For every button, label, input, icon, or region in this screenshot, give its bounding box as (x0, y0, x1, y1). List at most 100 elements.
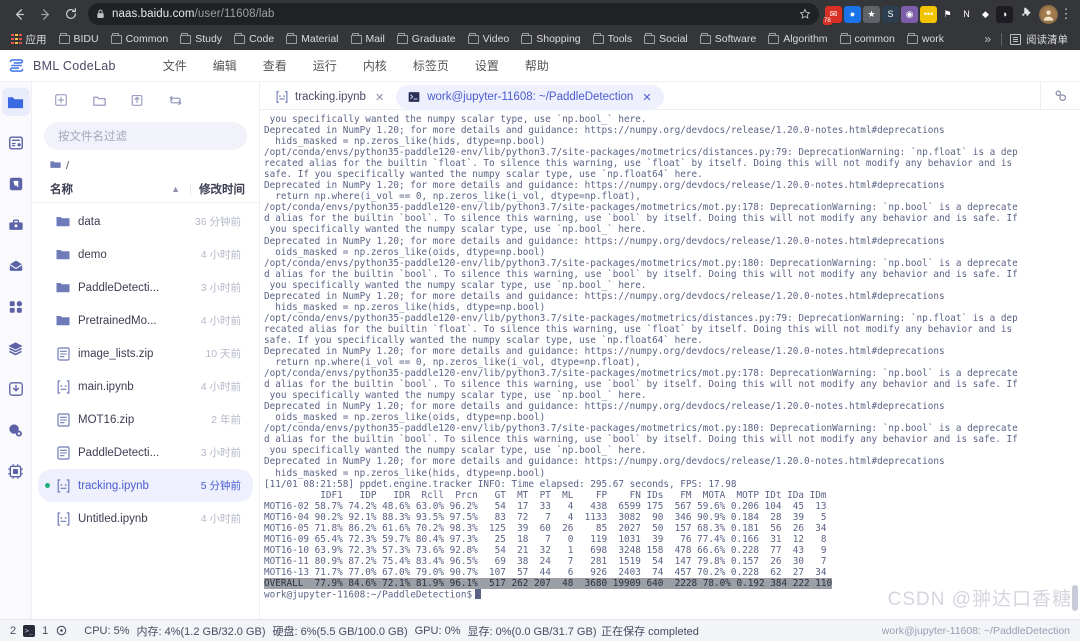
column-name-header[interactable]: 名称 ▲ (50, 181, 190, 197)
status-memory: 内存: 4%(1.2 GB/32.0 GB) (136, 625, 266, 638)
mail-extension[interactable]: ✉ 78 (823, 5, 842, 25)
file-filter-input[interactable]: 按文件名过滤 (44, 122, 247, 150)
menu-item-7[interactable]: 帮助 (512, 53, 562, 78)
terminal-icon (408, 91, 420, 103)
bookmark-item[interactable]: Social (639, 31, 693, 47)
reading-list-button[interactable]: 阅读清单 (1004, 32, 1074, 47)
bookmark-label: 应用 (25, 33, 47, 46)
status-terminal-count: 2 (10, 624, 17, 637)
file-list-item[interactable]: demo 4 小时前 (38, 238, 253, 271)
tab-0[interactable]: tracking.ipynb ✕ (264, 85, 396, 109)
tabbar-settings-button[interactable] (1040, 81, 1080, 109)
s-extension[interactable]: S (882, 5, 899, 23)
dataset-icon[interactable] (2, 416, 30, 444)
file-list-item[interactable]: main.ipynb 4 小时前 (38, 370, 253, 403)
file-list-item[interactable]: PretrainedMo... 4 小时前 (38, 304, 253, 337)
bookmark-item[interactable]: Material (281, 31, 343, 47)
omnibox[interactable]: naas.baidu.com/user/11608/lab (88, 3, 819, 25)
bookmark-item[interactable]: Shopping (516, 31, 585, 47)
bookmark-item[interactable]: Software (695, 31, 761, 47)
terminal-scrollbar[interactable] (1072, 585, 1078, 611)
folder-icon (56, 248, 70, 262)
terminal-output[interactable]: you specifically wanted the numpy scalar… (260, 110, 1080, 619)
file-modified-time: 4 小时前 (200, 249, 241, 261)
bookmark-item[interactable]: Study (175, 31, 227, 47)
menu-item-5[interactable]: 标签页 (400, 53, 462, 78)
bookmark-apps[interactable]: 应用 (6, 30, 52, 49)
bookmark-item[interactable]: work (902, 31, 949, 47)
profile-avatar-icon[interactable] (1039, 4, 1058, 24)
diamond-extension[interactable]: ◆ (977, 5, 994, 23)
bookmark-label: Shopping (536, 33, 581, 45)
menu-item-1[interactable]: 编辑 (200, 53, 250, 78)
bookmark-item[interactable]: Mail (346, 31, 390, 47)
star-extension[interactable]: ★ (863, 5, 880, 23)
file-list-item[interactable]: PaddleDetecti... 3 小时前 (38, 436, 253, 469)
sort-ascending-icon: ▲ (171, 184, 180, 194)
bookmark-item[interactable]: BIDU (54, 31, 104, 47)
dark-extension[interactable]: ◑ (996, 5, 1013, 23)
notion-extension[interactable]: N (958, 5, 975, 23)
layers-icon[interactable] (2, 334, 30, 362)
file-list-item[interactable]: MOT16.zip 2 年前 (38, 403, 253, 436)
bookmark-star-icon[interactable] (799, 8, 811, 20)
reload-icon[interactable] (58, 3, 84, 25)
hardware-chip-icon[interactable] (2, 457, 30, 485)
url-text: naas.baidu.com/user/11608/lab (112, 8, 275, 20)
column-divider (190, 183, 191, 195)
menu-item-4[interactable]: 内核 (350, 53, 400, 78)
tab-1[interactable]: work@jupyter-11608: ~/PaddleDetection ✕ (396, 85, 664, 109)
folder-icon (521, 33, 533, 44)
mail-icon[interactable] (2, 252, 30, 280)
breadcrumb[interactable]: / (32, 160, 259, 178)
new-folder-button[interactable] (82, 86, 116, 114)
file-list-item[interactable]: data 36 分钟前 (38, 205, 253, 238)
new-launcher-button[interactable] (44, 86, 78, 114)
file-list-item[interactable]: Untitled.ipynb 4 小时前 (38, 502, 253, 535)
menu-item-2[interactable]: 查看 (250, 53, 300, 78)
globe-extension[interactable]: ◉ (901, 5, 918, 23)
bookmark-item[interactable]: Graduate (392, 31, 461, 47)
bookmark-item[interactable]: Common (106, 31, 174, 47)
close-icon[interactable]: ✕ (375, 91, 384, 104)
bookmark-item[interactable]: Algorithm (763, 31, 832, 47)
file-icon (56, 346, 70, 361)
refresh-button[interactable] (158, 86, 192, 114)
notebook-icon (56, 478, 70, 493)
git-icon[interactable] (2, 170, 30, 198)
upload-button[interactable] (120, 86, 154, 114)
forward-arrow-icon[interactable] (32, 3, 58, 25)
file-modified-time: 36 分钟前 (194, 216, 241, 228)
file-list-item[interactable]: PaddleDetecti... 3 小时前 (38, 271, 253, 304)
toolbox-icon[interactable] (2, 211, 30, 239)
file-modified-time: 4 小时前 (200, 513, 241, 525)
kernel-status-icon[interactable] (55, 625, 67, 637)
column-modified-header[interactable]: 修改时间 (199, 181, 245, 197)
yellow-extension[interactable]: ••• (920, 5, 937, 23)
terminal-prompt: work@jupyter-11608:~/PaddleDetection$ (264, 589, 473, 601)
file-browser-icon[interactable] (1, 88, 30, 116)
chrome-menu-icon[interactable]: ⋮ (1058, 6, 1074, 22)
file-list-item[interactable]: tracking.ipynb 5 分钟前 (38, 469, 253, 502)
extensions-puzzle-icon[interactable] (1013, 3, 1039, 25)
menu-item-6[interactable]: 设置 (462, 53, 512, 78)
bookmark-item[interactable]: Tools (588, 31, 638, 47)
bookmark-item[interactable]: Code (229, 31, 279, 47)
bookmark-extension[interactable]: ⚑ (939, 5, 956, 23)
circle-extension[interactable]: ● (844, 5, 861, 23)
close-icon[interactable]: ✕ (642, 91, 651, 104)
menu-item-0[interactable]: 文件 (150, 53, 200, 78)
file-list-item[interactable]: image_lists.zip 10 天前 (38, 337, 253, 370)
file-modified-time: 4 小时前 (200, 315, 241, 327)
bookmarks-overflow-button[interactable]: » (976, 32, 999, 46)
extensions-icon[interactable] (2, 293, 30, 321)
terminal-count-icon[interactable]: >_ (23, 624, 36, 637)
download-icon[interactable] (2, 375, 30, 403)
bookmark-item[interactable]: common (835, 31, 900, 47)
reading-list-icon (1010, 33, 1021, 45)
back-arrow-icon[interactable] (6, 3, 32, 25)
bookmark-label: Mail (365, 33, 385, 45)
bookmark-item[interactable]: Video (463, 31, 515, 47)
running-terminals-icon[interactable] (2, 129, 30, 157)
menu-item-3[interactable]: 运行 (300, 53, 350, 78)
